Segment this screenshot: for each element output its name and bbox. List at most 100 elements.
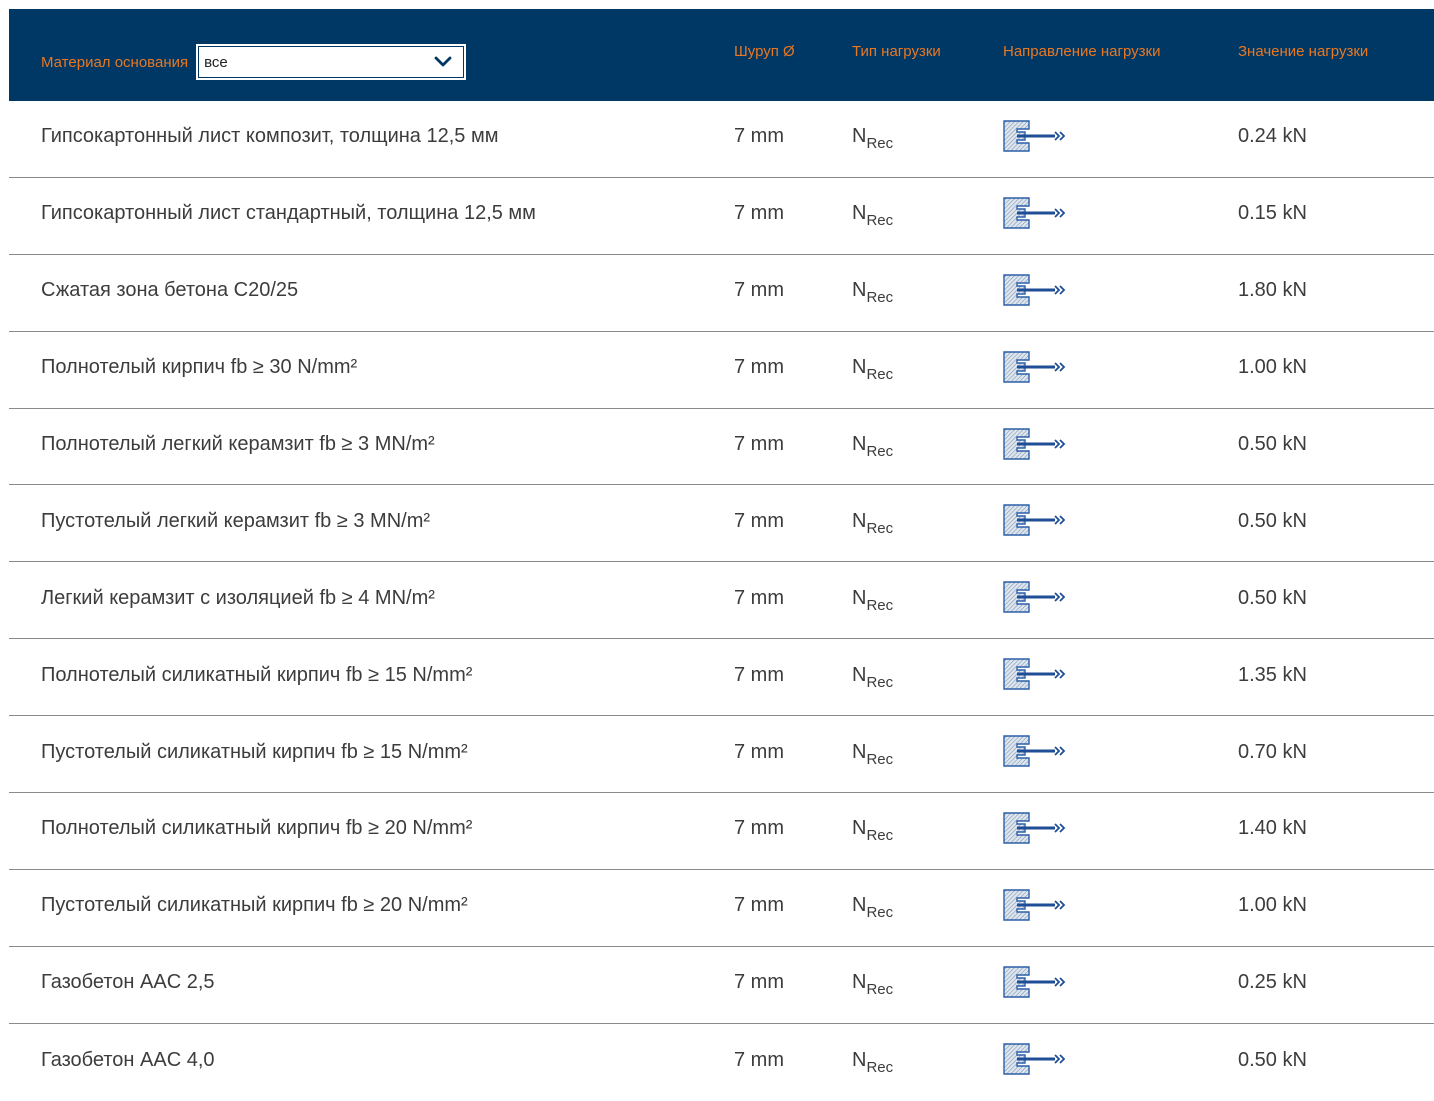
load-value-cell: 0.50 kN: [1238, 509, 1307, 532]
tension-load-direction-icon: [1003, 120, 1066, 152]
tension-load-direction-icon: [1003, 812, 1066, 844]
load-type-cell: N Rec: [852, 99, 893, 175]
material-cell: Пустотелый силикатный кирпич fb ≥ 20 N/m…: [41, 894, 468, 917]
direction-cell: [1003, 559, 1067, 635]
table-header: Материал основания все Шуруп Ø Тип нагру…: [9, 9, 1434, 101]
load-type-main: N: [852, 356, 867, 379]
load-type-main: N: [852, 817, 867, 840]
load-type-cell: N Rec: [852, 176, 893, 252]
table-row: Пустотелый силикатный кирпич fb ≥ 15 N/m…: [9, 713, 1434, 794]
table-row: Полнотелый кирпич fb ≥ 30 N/mm² 7 mm N Re…: [9, 332, 1434, 409]
material-cell: Полнотелый силикатный кирпич fb ≥ 20 N/m…: [41, 817, 473, 840]
load-value-cell: 0.15 kN: [1238, 202, 1307, 225]
material-cell: Газобетон AAC 4,0: [41, 1048, 215, 1071]
screw-cell: 7 mm: [734, 279, 784, 302]
direction-cell: [1003, 329, 1067, 405]
load-type-main: N: [852, 971, 867, 994]
material-cell: Полнотелый силикатный кирпич fb ≥ 15 N/m…: [41, 663, 473, 686]
direction-cell: [1003, 1021, 1067, 1098]
load-type-main: N: [852, 509, 867, 532]
tension-load-direction-icon: [1003, 427, 1066, 460]
load-table: Материал основания все Шуруп Ø Тип нагру…: [9, 9, 1434, 1101]
load-type-subscript: Rec: [866, 289, 894, 307]
load-type-cell: N Rec: [852, 945, 893, 1021]
screw-cell: 7 mm: [734, 817, 784, 840]
table-body: Гипсокартонный лист композит, толщина 12…: [9, 101, 1434, 1101]
material-cell: Полнотелый кирпич fb ≥ 30 N/mm²: [41, 356, 358, 379]
load-type-subscript: Rec: [866, 519, 894, 537]
table-row: Полнотелый легкий керамзит fb ≥ 3 MN/m² …: [9, 409, 1434, 486]
direction-cell: [1003, 790, 1067, 866]
screw-cell: 7 mm: [734, 740, 784, 763]
load-value-cell: 0.50 kN: [1238, 433, 1307, 455]
material-filter-value: все: [204, 53, 228, 71]
load-value-cell: 0.25 kN: [1238, 971, 1307, 994]
material-cell: Гипсокартонный лист стандартный, толщина…: [41, 202, 536, 225]
screw-cell: 7 mm: [734, 894, 784, 917]
screw-cell: 7 mm: [734, 202, 784, 225]
load-type-cell: N Rec: [852, 483, 893, 559]
load-type-main: N: [852, 663, 867, 686]
material-filter-dropdown[interactable]: все: [196, 44, 467, 80]
direction-cell: [1003, 944, 1067, 1020]
direction-cell: [1003, 406, 1067, 482]
tension-load-direction-icon: [1003, 504, 1066, 537]
table-row: Легкий керамзит с изоляцией fb ≥ 4 MN/m²…: [9, 559, 1434, 640]
table-row: Газобетон AAC 2,5 7 mm N Rec 0.25 kN: [9, 947, 1434, 1024]
screw-cell: 7 mm: [734, 586, 784, 609]
load-value-cell: 0.50 kN: [1238, 1048, 1307, 1071]
load-value-cell: 0.24 kN: [1238, 125, 1307, 148]
table-row: Гипсокартонный лист композит, толщина 12…: [9, 101, 1434, 178]
chevron-down-icon: [434, 56, 452, 67]
load-value-cell: 0.50 kN: [1238, 586, 1307, 609]
material-cell: Легкий керамзит с изоляцией fb ≥ 4 MN/m²: [41, 586, 435, 609]
load-value-cell: 1.00 kN: [1238, 894, 1307, 917]
load-type-column-header: Тип нагрузки: [852, 42, 941, 60]
material-cell: Полнотелый легкий керамзит fb ≥ 3 MN/m²: [41, 433, 435, 455]
load-type-subscript: Rec: [866, 827, 894, 845]
load-type-subscript: Rec: [866, 981, 894, 999]
screw-cell: 7 mm: [734, 663, 784, 686]
load-type-subscript: Rec: [866, 904, 894, 922]
table-row: Газобетон AAC 4,0 7 mm N Rec 0.50 kN: [9, 1024, 1434, 1101]
load-type-subscript: Rec: [866, 366, 894, 384]
table-row: Полнотелый силикатный кирпич fb ≥ 15 N/m…: [9, 636, 1434, 717]
tension-load-direction-icon: [1003, 274, 1066, 306]
load-value-cell: 1.40 kN: [1238, 817, 1307, 840]
tension-load-direction-icon: [1003, 658, 1066, 690]
load-type-cell: N Rec: [852, 330, 893, 406]
load-type-subscript: Rec: [866, 596, 894, 614]
load-type-main: N: [852, 279, 867, 302]
direction-cell: [1003, 636, 1067, 712]
screw-cell: 7 mm: [734, 971, 784, 994]
load-type-cell: N Rec: [852, 791, 893, 867]
value-column-header: Значение нагрузки: [1238, 42, 1369, 60]
load-type-cell: N Rec: [852, 560, 893, 636]
load-type-subscript: Rec: [866, 212, 894, 230]
load-value-cell: 1.80 kN: [1238, 279, 1307, 302]
material-column-label: Материал основания: [41, 53, 189, 71]
tension-load-direction-icon: [1003, 889, 1066, 921]
direction-cell: [1003, 713, 1067, 789]
load-type-subscript: Rec: [866, 750, 894, 768]
material-cell: Сжатая зона бетона C20/25: [41, 279, 299, 302]
screw-column-header: Шуруп Ø: [734, 42, 795, 60]
direction-cell: [1003, 175, 1067, 251]
load-value-cell: 0.70 kN: [1238, 740, 1307, 763]
screw-cell: 7 mm: [734, 433, 784, 455]
load-type-main: N: [852, 202, 867, 225]
load-type-subscript: Rec: [866, 1058, 894, 1076]
load-value-cell: 1.00 kN: [1238, 356, 1307, 379]
screw-cell: 7 mm: [734, 356, 784, 379]
material-cell: Пустотелый легкий керамзит fb ≥ 3 MN/m²: [41, 509, 431, 532]
direction-cell: [1003, 98, 1067, 174]
material-cell: Пустотелый силикатный кирпич fb ≥ 15 N/m…: [41, 740, 468, 763]
tension-load-direction-icon: [1003, 350, 1066, 383]
load-type-cell: N Rec: [852, 637, 893, 713]
tension-load-direction-icon: [1003, 581, 1066, 613]
direction-cell: [1003, 252, 1067, 328]
material-filter-group: Материал основания все: [41, 16, 467, 108]
load-type-main: N: [852, 894, 867, 917]
load-type-main: N: [852, 586, 867, 609]
direction-column-header: Направление нагрузки: [1003, 42, 1161, 60]
